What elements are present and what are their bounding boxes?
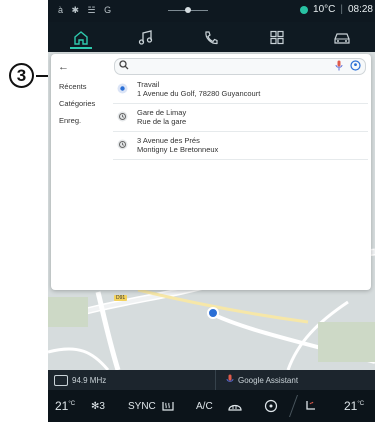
destination-panel: ← Récents Catégories Enreg. Travail 1 Av… bbox=[51, 54, 371, 290]
ac-button[interactable]: A/C bbox=[196, 401, 213, 412]
sidebar-item-categories[interactable]: Catégories bbox=[59, 95, 109, 112]
main-nav bbox=[48, 22, 375, 52]
apps-icon bbox=[270, 30, 284, 44]
tab-phone[interactable] bbox=[191, 22, 231, 52]
callout-label: 3 bbox=[16, 65, 27, 85]
phone-icon bbox=[205, 30, 219, 44]
map-view[interactable]: D91 ← Récents Catégories Enreg. Travail … bbox=[48, 52, 375, 370]
sidebar-item-recents[interactable]: Récents bbox=[59, 78, 109, 95]
history-icon bbox=[117, 111, 128, 122]
callout-number: 3 bbox=[9, 63, 34, 88]
strip-divider bbox=[215, 370, 216, 390]
microphone-icon[interactable] bbox=[226, 374, 234, 385]
climate-divider bbox=[288, 395, 299, 417]
infotainment-screen: à ✱ ☱ G 10°C | 08:28 D91 ← Récents Catég… bbox=[48, 0, 375, 422]
fan-speed[interactable]: ✻3 bbox=[91, 401, 105, 412]
home-icon bbox=[73, 30, 88, 45]
status-right: 10°C | 08:28 bbox=[300, 4, 373, 15]
result-address: Montigny Le Bretonneux bbox=[137, 145, 219, 154]
result-address: 1 Avenue du Golf, 78280 Guyancourt bbox=[137, 89, 261, 98]
current-position-icon bbox=[207, 307, 219, 319]
radio-icon bbox=[54, 375, 68, 386]
search-bar[interactable] bbox=[114, 58, 366, 75]
category-sidebar: Récents Catégories Enreg. bbox=[59, 78, 109, 129]
sidebar-item-saved[interactable]: Enreg. bbox=[59, 112, 109, 129]
left-temp-unit: °C bbox=[68, 401, 76, 407]
left-temp-value: 21 bbox=[55, 399, 69, 413]
steering-heat-icon[interactable] bbox=[264, 399, 278, 413]
right-temp-value: 21 bbox=[344, 399, 358, 413]
result-title: Travail bbox=[137, 80, 160, 89]
status-icons: à ✱ ☱ G bbox=[58, 5, 115, 15]
tab-home[interactable] bbox=[61, 22, 101, 52]
status-separator: | bbox=[340, 4, 343, 15]
front-defrost-icon[interactable] bbox=[227, 400, 243, 412]
radio-frequency[interactable]: 94.9 MHz bbox=[72, 376, 106, 385]
road-label: D91 bbox=[114, 295, 128, 301]
fan-level: 3 bbox=[99, 401, 105, 412]
location-pin-icon[interactable] bbox=[350, 60, 361, 71]
tab-music[interactable] bbox=[126, 22, 166, 52]
back-button[interactable]: ← bbox=[58, 61, 69, 73]
microphone-icon[interactable] bbox=[335, 60, 343, 71]
result-title: Gare de Limay bbox=[137, 108, 187, 117]
car-icon bbox=[334, 32, 350, 44]
outside-temperature: 10°C bbox=[313, 4, 336, 15]
list-item[interactable]: Travail 1 Avenue du Golf, 78280 Guyancou… bbox=[113, 76, 368, 104]
seat-heat-icon[interactable] bbox=[303, 399, 319, 413]
left-temperature[interactable]: 21°C bbox=[55, 399, 75, 413]
connection-indicator-icon bbox=[300, 5, 309, 14]
result-address: Rue de la gare bbox=[137, 117, 187, 126]
sync-button[interactable]: SYNC bbox=[128, 401, 156, 412]
list-item[interactable]: Gare de Limay Rue de la gare bbox=[113, 104, 368, 132]
status-bar: à ✱ ☱ G 10°C | 08:28 bbox=[48, 0, 375, 22]
tab-vehicle[interactable] bbox=[322, 22, 362, 52]
google-assistant-button[interactable]: Google Assistant bbox=[238, 376, 298, 385]
page-indicator bbox=[168, 4, 208, 16]
history-icon bbox=[117, 139, 128, 150]
search-icon bbox=[119, 60, 129, 70]
climate-bar: 21°C ✻3 SYNC A/C 21°C bbox=[48, 390, 375, 422]
clock: 08:28 bbox=[347, 4, 373, 15]
result-title: 3 Avenue des Prés bbox=[137, 136, 200, 145]
music-icon bbox=[138, 29, 153, 45]
list-item[interactable]: 3 Avenue des Prés Montigny Le Bretonneux bbox=[113, 132, 368, 160]
rear-defrost-icon[interactable] bbox=[161, 400, 175, 412]
right-temp-unit: °C bbox=[357, 401, 365, 407]
search-input[interactable] bbox=[133, 60, 313, 72]
media-strip: 94.9 MHz Google Assistant bbox=[48, 370, 375, 390]
tab-apps[interactable] bbox=[257, 22, 297, 52]
work-pin-icon bbox=[117, 83, 128, 94]
results-list: Travail 1 Avenue du Golf, 78280 Guyancou… bbox=[113, 76, 368, 160]
right-temperature[interactable]: 21°C bbox=[344, 399, 364, 413]
